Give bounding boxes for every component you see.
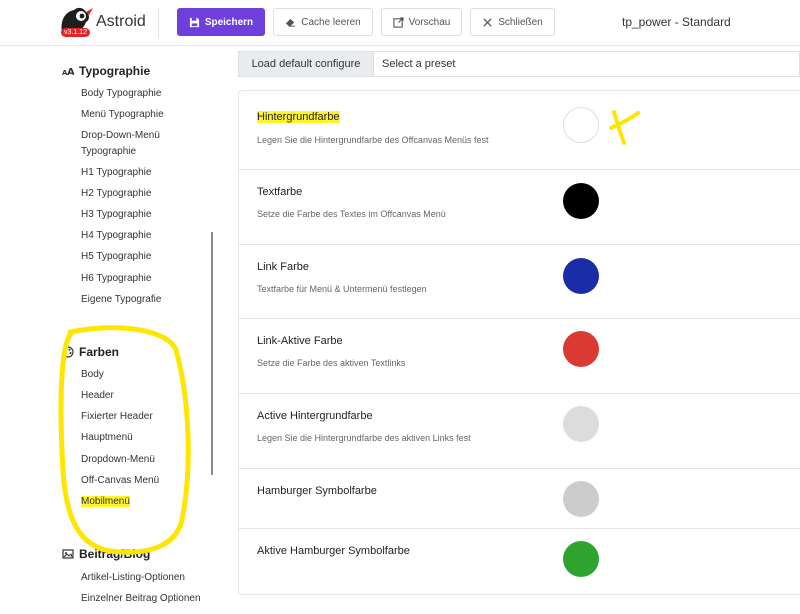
- close-label: Schließen: [498, 16, 543, 28]
- setting-description: Setze die Farbe des Textes im Offcanvas …: [257, 209, 446, 219]
- sidebar-item-mobile-menu[interactable]: Mobilmenü: [81, 494, 130, 510]
- sidebar-section-typography[interactable]: AA Typographie: [62, 64, 150, 78]
- sidebar-item-h6-typography[interactable]: H6 Typographie: [81, 271, 191, 287]
- sidebar-item-h5-typography[interactable]: H5 Typographie: [81, 249, 191, 265]
- sidebar-section-title: Typographie: [79, 64, 151, 78]
- close-icon: [483, 17, 492, 27]
- setting-description: Legen Sie die Hintergrundfarbe des Offca…: [257, 135, 489, 145]
- color-settings-panel: Hintergrundfarbe Legen Sie die Hintergru…: [238, 90, 800, 595]
- template-title: tp_power - Standard: [622, 15, 731, 29]
- clear-cache-label: Cache leeren: [301, 16, 361, 28]
- setting-description: Legen Sie die Hintergrundfarbe des aktiv…: [257, 433, 471, 443]
- setting-row-active-background: Active Hintergrundfarbe Legen Sie die Hi…: [239, 394, 800, 469]
- svg-text:A: A: [67, 67, 74, 77]
- palette-icon: [62, 346, 74, 358]
- color-swatch[interactable]: [563, 183, 599, 219]
- sidebar-item-h3-typography[interactable]: H3 Typographie: [81, 207, 191, 223]
- sidebar-item-single-article[interactable]: Einzelner Beitrag Optionen: [81, 591, 221, 607]
- external-link-icon: [393, 16, 404, 28]
- setting-description: Textfarbe für Menü & Untermenü festlegen: [257, 284, 427, 294]
- toolbar-divider: [158, 8, 159, 38]
- version-badge: v3.1.12: [61, 28, 90, 37]
- setting-row-link-active-color: Link-Aktive Farbe Setze die Farbe des ak…: [239, 319, 800, 394]
- sidebar-item-main-menu[interactable]: Hauptmenü: [81, 430, 191, 446]
- sidebar-item-body[interactable]: Body: [81, 367, 191, 383]
- sidebar-item-h1-typography[interactable]: H1 Typographie: [81, 165, 191, 181]
- sidebar-item-fixed-header[interactable]: Fixierter Header: [81, 409, 191, 425]
- sidebar-item-header[interactable]: Header: [81, 388, 191, 404]
- preview-label: Vorschau: [408, 16, 451, 28]
- save-button-label: Speichern: [204, 16, 254, 28]
- top-toolbar: v3.1.12 Astroid Speichern Cache leeren V…: [0, 0, 800, 46]
- save-button[interactable]: Speichern: [177, 8, 265, 36]
- save-icon: [189, 17, 199, 27]
- sidebar-section-blog[interactable]: Beitrag/Blog: [62, 547, 150, 561]
- setting-row-hamburger-color: Hamburger Symbolfarbe: [239, 469, 800, 529]
- sidebar-section-colors[interactable]: Farben: [62, 345, 119, 359]
- sidebar-item-mobile-menu-label: Mobilmenü: [81, 496, 130, 507]
- color-swatch[interactable]: [563, 331, 599, 367]
- setting-label: Aktive Hamburger Symbolfarbe: [257, 545, 410, 557]
- setting-label: Hamburger Symbolfarbe: [257, 485, 377, 497]
- sidebar-section-title: Beitrag/Blog: [79, 547, 151, 561]
- setting-row-link-color: Link Farbe Textfarbe für Menü & Untermen…: [239, 245, 800, 319]
- sidebar-item-h2-typography[interactable]: H2 Typographie: [81, 186, 191, 202]
- preset-bar: Load default configure Select a preset: [238, 51, 800, 77]
- typography-icon: AA: [62, 67, 74, 77]
- eraser-icon: [286, 18, 296, 27]
- sidebar-scrollbar[interactable]: [211, 232, 213, 475]
- setting-label: Active Hintergrundfarbe: [257, 410, 373, 422]
- color-swatch[interactable]: [563, 481, 599, 517]
- sidebar-item-body-typography[interactable]: Body Typographie: [81, 86, 191, 102]
- color-swatch[interactable]: [563, 541, 599, 577]
- load-default-button[interactable]: Load default configure: [239, 52, 374, 76]
- sidebar: AA Typographie Body Typographie Menü Typ…: [0, 46, 230, 614]
- setting-label: Link Farbe: [257, 261, 309, 273]
- app-brand: Astroid: [96, 13, 146, 30]
- sidebar-item-dropdown-menu[interactable]: Dropdown-Menü: [81, 452, 191, 468]
- setting-label: Textfarbe: [257, 186, 303, 198]
- sidebar-item-custom-typography[interactable]: Eigene Typografie: [81, 292, 191, 308]
- sidebar-item-dropdown-typography[interactable]: Drop-Down-Menü Typographie: [81, 128, 191, 160]
- sidebar-item-offcanvas-menu[interactable]: Off-Canvas Menü: [81, 473, 191, 489]
- setting-row-text-color: Textfarbe Setze die Farbe des Textes im …: [239, 170, 800, 245]
- preview-button[interactable]: Vorschau: [381, 8, 462, 36]
- color-swatch[interactable]: [563, 107, 599, 143]
- setting-row-background: Hintergrundfarbe Legen Sie die Hintergru…: [239, 91, 800, 170]
- setting-row-active-hamburger-color: Aktive Hamburger Symbolfarbe: [239, 529, 800, 595]
- sidebar-item-h4-typography[interactable]: H4 Typographie: [81, 228, 191, 244]
- clear-cache-button[interactable]: Cache leeren: [273, 8, 373, 36]
- color-swatch[interactable]: [563, 258, 599, 294]
- setting-label: Hintergrundfarbe: [257, 111, 340, 123]
- color-swatch[interactable]: [563, 406, 599, 442]
- image-icon: [62, 549, 74, 559]
- sidebar-item-menu-typography[interactable]: Menü Typographie: [81, 107, 191, 123]
- preset-select[interactable]: Select a preset: [382, 52, 455, 76]
- sidebar-item-article-listing[interactable]: Artikel-Listing-Optionen: [81, 570, 221, 586]
- close-button[interactable]: Schließen: [470, 8, 555, 36]
- setting-description: Setze die Farbe des aktiven Textlinks: [257, 358, 406, 368]
- sidebar-section-title: Farben: [79, 345, 120, 359]
- setting-label-text: Hintergrundfarbe: [257, 111, 340, 123]
- setting-label: Link-Aktive Farbe: [257, 335, 343, 347]
